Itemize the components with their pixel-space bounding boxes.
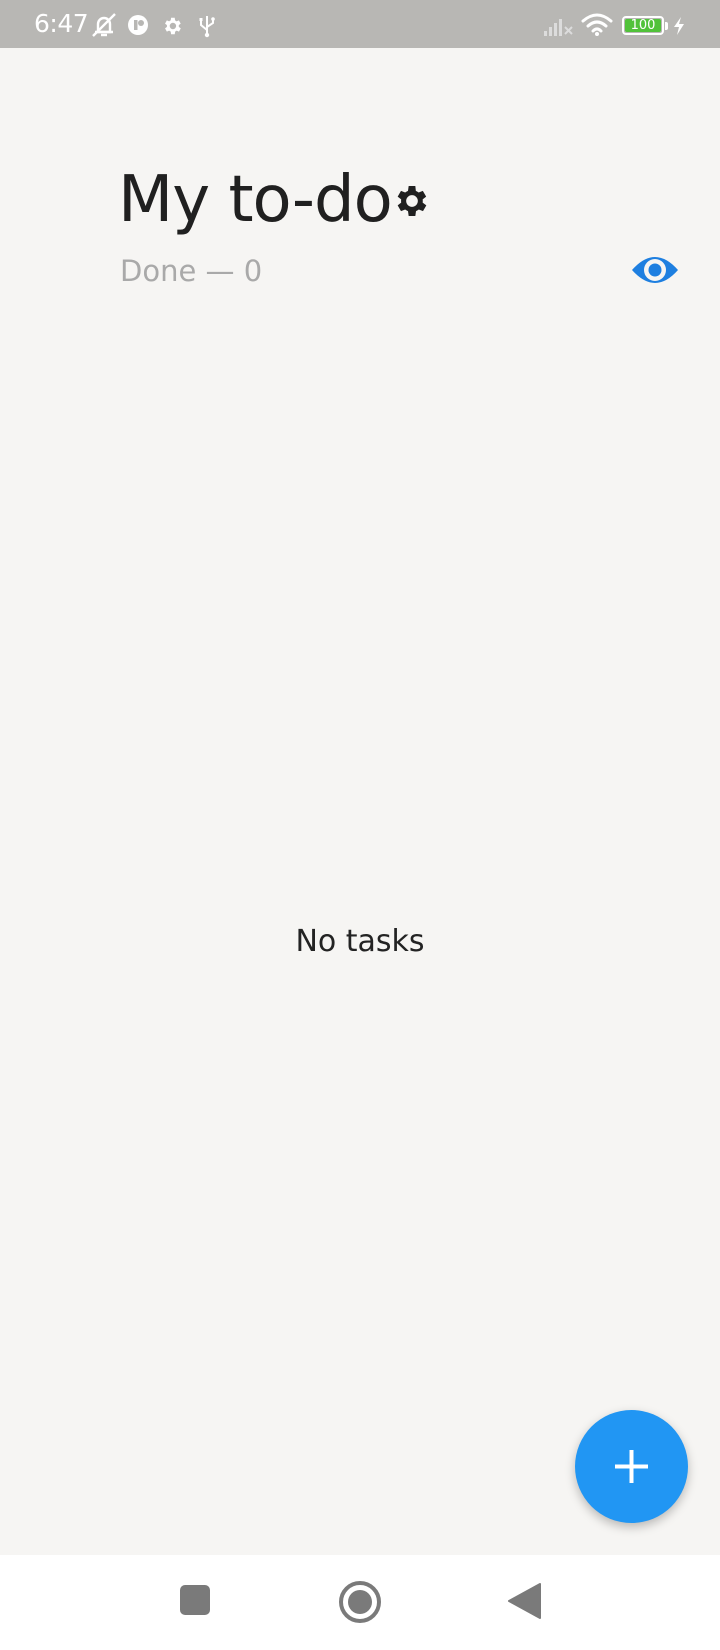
charging-icon xyxy=(674,17,684,35)
add-task-button[interactable] xyxy=(575,1410,688,1523)
battery-nub xyxy=(665,22,668,30)
back-triangle-icon xyxy=(508,1583,541,1619)
home-button[interactable] xyxy=(338,1580,382,1624)
settings-gear-icon xyxy=(165,17,181,35)
battery-icon: 100 xyxy=(622,16,664,35)
status-bar: 6:47 100 xyxy=(0,0,720,48)
page-title: My to-do xyxy=(118,163,393,237)
settings-button[interactable] xyxy=(392,181,432,221)
recents-square-icon xyxy=(180,1585,210,1615)
plus-icon xyxy=(615,1450,648,1483)
done-count: Done — 0 xyxy=(120,254,263,288)
empty-state-message: No tasks xyxy=(295,924,425,959)
home-circle-icon xyxy=(339,1581,381,1623)
gear-icon xyxy=(397,186,427,216)
wifi-icon xyxy=(581,13,613,36)
eye-icon xyxy=(632,257,678,283)
signal-no-service-icon xyxy=(544,19,573,36)
toggle-done-visibility-button[interactable] xyxy=(630,250,680,290)
back-button[interactable] xyxy=(506,1582,542,1620)
recents-button[interactable] xyxy=(178,1583,212,1617)
system-nav-bar xyxy=(0,1555,720,1650)
mute-icon xyxy=(92,13,116,37)
battery-level: 100 xyxy=(630,18,656,33)
status-time: 6:47 xyxy=(34,9,89,38)
notification-app-icon xyxy=(128,15,148,35)
usb-icon xyxy=(199,16,215,38)
